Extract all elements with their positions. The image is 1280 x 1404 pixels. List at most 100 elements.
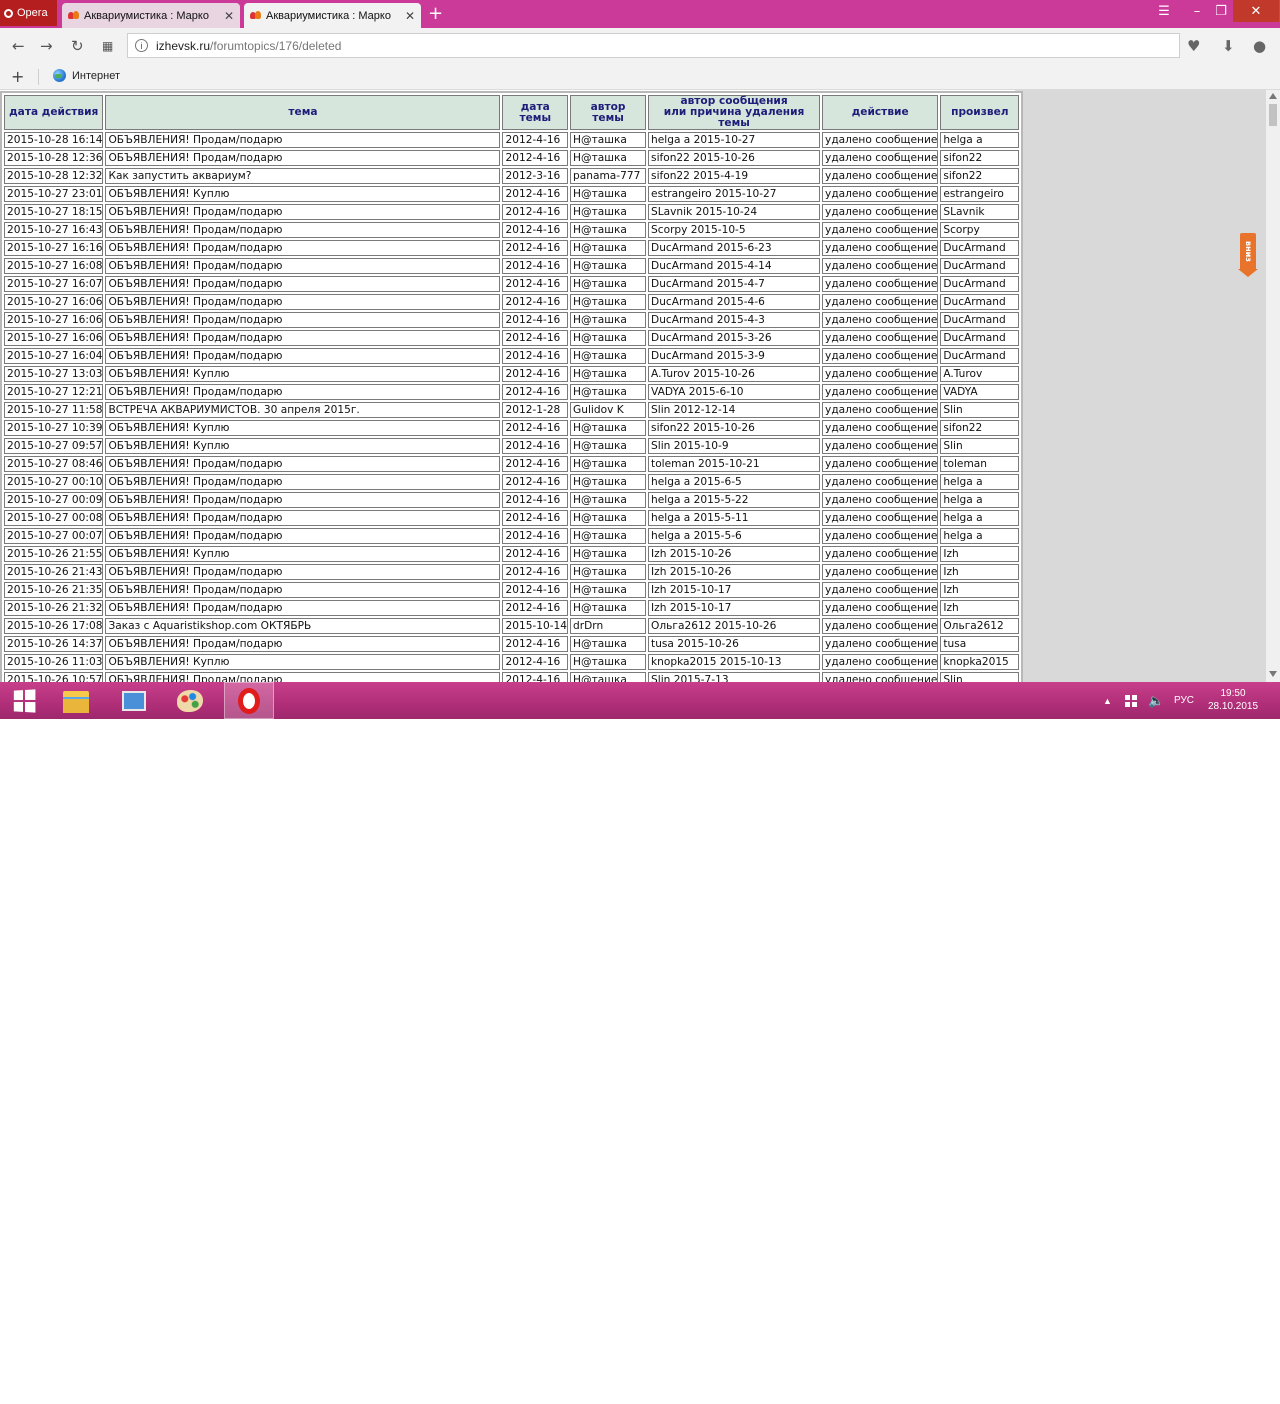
tab-inactive[interactable]: Аквариумистика : Марко ✕ — [62, 3, 240, 28]
scroll-down-arrow-icon[interactable] — [1269, 671, 1277, 677]
action-date-cell: 2015-10-27 00:10 — [4, 474, 104, 490]
account-icon[interactable]: ● — [1253, 37, 1266, 55]
performed-by-cell: helga a — [940, 528, 1020, 544]
photo-icon — [122, 690, 146, 711]
action-center-flag-icon[interactable] — [1125, 682, 1137, 719]
plus-icon[interactable]: + — [428, 4, 443, 24]
performed-by-cell: Slin — [940, 402, 1020, 418]
minimize-icon[interactable]: – — [1185, 0, 1209, 22]
tab-title: Аквариумистика : Марко — [84, 9, 209, 22]
topic-author-cell: H@ташка — [570, 582, 647, 598]
photo-viewer-button[interactable] — [112, 682, 156, 719]
col-header-action: действие — [822, 95, 939, 130]
topic-cell: ОБЪЯВЛЕНИЯ! Продам/подарю — [105, 492, 501, 508]
col-header-message-author: автор сообщения или причина удаления тем… — [648, 95, 821, 130]
close-tab-icon[interactable]: ✕ — [224, 9, 234, 23]
action-cell: удалено сообщение — [822, 312, 939, 328]
topic-cell: ОБЪЯВЛЕНИЯ! Продам/подарю — [105, 600, 501, 616]
bookmark-internet[interactable]: Интернет — [53, 69, 120, 82]
deleted-topics-table: дата действия тема дата темы автор темы … — [0, 91, 1024, 682]
action-cell: удалено сообщение — [822, 618, 939, 634]
page-content: дата действия тема дата темы автор темы … — [0, 90, 1280, 682]
topic-cell: Заказ с Aquaristikshop.com ОКТЯБРЬ — [105, 618, 501, 634]
divider — [38, 69, 39, 85]
action-cell: удалено сообщение — [822, 330, 939, 346]
scrollbar-thumb[interactable] — [1269, 104, 1277, 126]
forward-arrow-icon[interactable]: → — [40, 37, 53, 55]
url-host: izhevsk.ru — [156, 38, 211, 53]
action-date-cell: 2015-10-27 16:16 — [4, 240, 104, 256]
topic-author-cell: H@ташка — [570, 258, 647, 274]
scroll-down-button[interactable]: вниз — [1240, 233, 1256, 269]
show-hidden-icons-icon[interactable]: ▲ — [1103, 682, 1112, 719]
volume-icon[interactable]: 🔈 — [1148, 682, 1164, 719]
maximize-icon[interactable]: ❐ — [1209, 0, 1233, 22]
performed-by-cell: Izh — [940, 546, 1020, 562]
vertical-scrollbar[interactable] — [1266, 90, 1280, 682]
performed-by-cell: VADYA — [940, 384, 1020, 400]
performed-by-cell: knopka2015 — [940, 654, 1020, 670]
close-tab-icon[interactable]: ✕ — [405, 9, 415, 23]
close-window-icon[interactable]: ✕ — [1233, 0, 1279, 22]
start-button[interactable] — [0, 682, 48, 719]
action-cell: удалено сообщение — [822, 510, 939, 526]
scroll-up-arrow-icon[interactable] — [1269, 93, 1277, 99]
topic-date-cell: 2012-4-16 — [502, 150, 569, 166]
site-favicon-icon — [68, 10, 80, 21]
table-row: 2015-10-26 21:35 ОБЪЯВЛЕНИЯ! Продам/подар… — [4, 582, 1020, 598]
tab-menu-icon[interactable]: ☰ — [1156, 0, 1172, 22]
col-header-topic-author: автор темы — [570, 95, 647, 130]
table-row: 2015-10-28 16:14 ОБЪЯВЛЕНИЯ! Продам/подар… — [4, 132, 1020, 148]
paint-button[interactable] — [168, 682, 212, 719]
topic-cell: ОБЪЯВЛЕНИЯ! Продам/подарю — [105, 222, 501, 238]
performed-by-cell: sifon22 — [940, 150, 1020, 166]
action-date-cell: 2015-10-26 17:08 — [4, 618, 104, 634]
topic-author-cell: H@ташка — [570, 276, 647, 292]
table-row: 2015-10-26 11:03 ОБЪЯВЛЕНИЯ! Куплю 2012-4-… — [4, 654, 1020, 670]
arrow-down-icon[interactable] — [1238, 269, 1258, 277]
topic-author-cell: H@ташка — [570, 384, 647, 400]
topic-date-cell: 2012-4-16 — [502, 222, 569, 238]
address-field[interactable]: i izhevsk.ru/forumtopics/176/deleted — [127, 33, 1180, 58]
opera-taskbar-button[interactable] — [224, 682, 274, 719]
watermark-text: izhevsk.ru — [604, 1389, 663, 1404]
performed-by-cell: helga a — [940, 510, 1020, 526]
add-bookmark-icon[interactable]: + — [11, 67, 24, 86]
windows-taskbar: ▲ 🔈 РУС 19:50 28.10.2015 izhevsk.ru — [0, 682, 1280, 1404]
site-info-icon[interactable]: i — [135, 39, 148, 52]
topic-date-cell: 2012-4-16 — [502, 186, 569, 202]
language-indicator[interactable]: РУС — [1174, 682, 1194, 719]
tab-title: Аквариумистика : Марко — [266, 9, 391, 22]
topic-author-cell: H@ташка — [570, 510, 647, 526]
speed-dial-grid-icon[interactable]: ▦ — [102, 37, 113, 55]
table-row: 2015-10-26 21:55 ОБЪЯВЛЕНИЯ! Куплю 2012-4-… — [4, 546, 1020, 562]
heart-icon[interactable]: ♥ — [1187, 37, 1200, 55]
download-icon[interactable]: ⬇ — [1222, 37, 1235, 55]
back-arrow-icon[interactable]: ← — [12, 37, 25, 55]
message-author-cell: helga a 2015-5-11 — [648, 510, 821, 526]
message-author-cell: Slin 2015-7-13 — [648, 672, 821, 682]
tab-active[interactable]: Аквариумистика : Марко ✕ — [244, 3, 421, 28]
message-author-cell: DucArmand 2015-6-23 — [648, 240, 821, 256]
performed-by-cell: helga a — [940, 492, 1020, 508]
topic-author-cell: H@ташка — [570, 600, 647, 616]
performed-by-cell: Izh — [940, 600, 1020, 616]
col-header-performed-by: произвел — [940, 95, 1020, 130]
palette-icon — [177, 689, 203, 712]
opera-menu-button[interactable]: Opera — [0, 0, 57, 26]
action-date-cell: 2015-10-26 21:43 — [4, 564, 104, 580]
action-date-cell: 2015-10-27 00:08 — [4, 510, 104, 526]
reload-icon[interactable]: ↻ — [71, 37, 84, 55]
page-background — [1015, 90, 1266, 682]
message-author-cell: helga a 2015-6-5 — [648, 474, 821, 490]
performed-by-cell: A.Turov — [940, 366, 1020, 382]
action-cell: удалено сообщение — [822, 546, 939, 562]
action-date-cell: 2015-10-28 16:14 — [4, 132, 104, 148]
topic-cell: ОБЪЯВЛЕНИЯ! Продам/подарю — [105, 348, 501, 364]
topic-author-cell: H@ташка — [570, 294, 647, 310]
performed-by-cell: DucArmand — [940, 330, 1020, 346]
system-clock[interactable]: 19:50 28.10.2015 — [1203, 687, 1263, 713]
action-date-cell: 2015-10-26 21:32 — [4, 600, 104, 616]
performed-by-cell: DucArmand — [940, 348, 1020, 364]
file-explorer-button[interactable] — [54, 682, 98, 719]
